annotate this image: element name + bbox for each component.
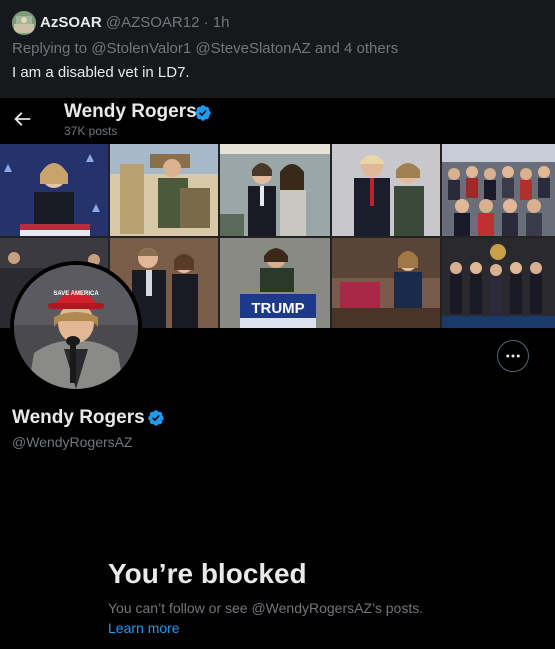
author-handle[interactable]: @AZSOAR12 <box>106 14 200 31</box>
banner-photo-stage <box>0 144 108 236</box>
more-options-button[interactable] <box>497 340 529 372</box>
post-text: I am a disabled vet in LD7. <box>12 64 190 81</box>
banner-photo-group <box>442 238 555 328</box>
banner-photo-office <box>332 238 440 328</box>
banner-photo-military <box>110 144 218 236</box>
trump-sign-text: TRUMP <box>251 300 304 317</box>
profile-top-bar: Wendy Rogers 37K posts <box>0 98 555 144</box>
more-options-icon <box>506 354 520 358</box>
profile-screenshot: Wendy Rogers 37K posts TRUMP SAVE AMERIC… <box>0 98 555 649</box>
verified-badge-icon <box>148 410 164 426</box>
blocked-title: You’re blocked <box>108 558 307 589</box>
banner-photo-trump <box>332 144 440 236</box>
replying-to[interactable]: Replying to @StolenValor1 @SteveSlatonAZ… <box>12 40 398 58</box>
banner-photo-trump-sign: TRUMP <box>220 238 330 328</box>
reply-post[interactable]: AzSOAR @AZSOAR12 · 1h Replying to @Stole… <box>0 0 555 98</box>
profile-username: @WendyRogersAZ <box>12 434 133 450</box>
post-time[interactable]: 1h <box>213 14 230 31</box>
header-title: Wendy Rogers <box>64 101 197 122</box>
learn-more-link[interactable]: Learn more <box>108 619 180 637</box>
author-name[interactable]: AzSOAR <box>40 14 102 31</box>
banner-photo-crowd <box>442 144 555 236</box>
hat-text: SAVE AMERICA <box>53 291 99 297</box>
profile-display-name: Wendy Rogers <box>12 407 145 428</box>
banner-photo-couple <box>220 144 330 236</box>
back-arrow-icon[interactable] <box>11 108 33 130</box>
post-author-line: AzSOAR @AZSOAR12 · 1h <box>40 14 229 32</box>
separator-dot: · <box>203 14 209 31</box>
profile-avatar[interactable]: SAVE AMERICA <box>10 261 142 393</box>
blocked-description: You can’t follow or see @WendyRogersAZ’s… <box>108 600 424 616</box>
author-avatar[interactable] <box>12 11 36 35</box>
posts-count: 37K posts <box>64 124 118 138</box>
verified-badge-icon <box>195 105 211 121</box>
